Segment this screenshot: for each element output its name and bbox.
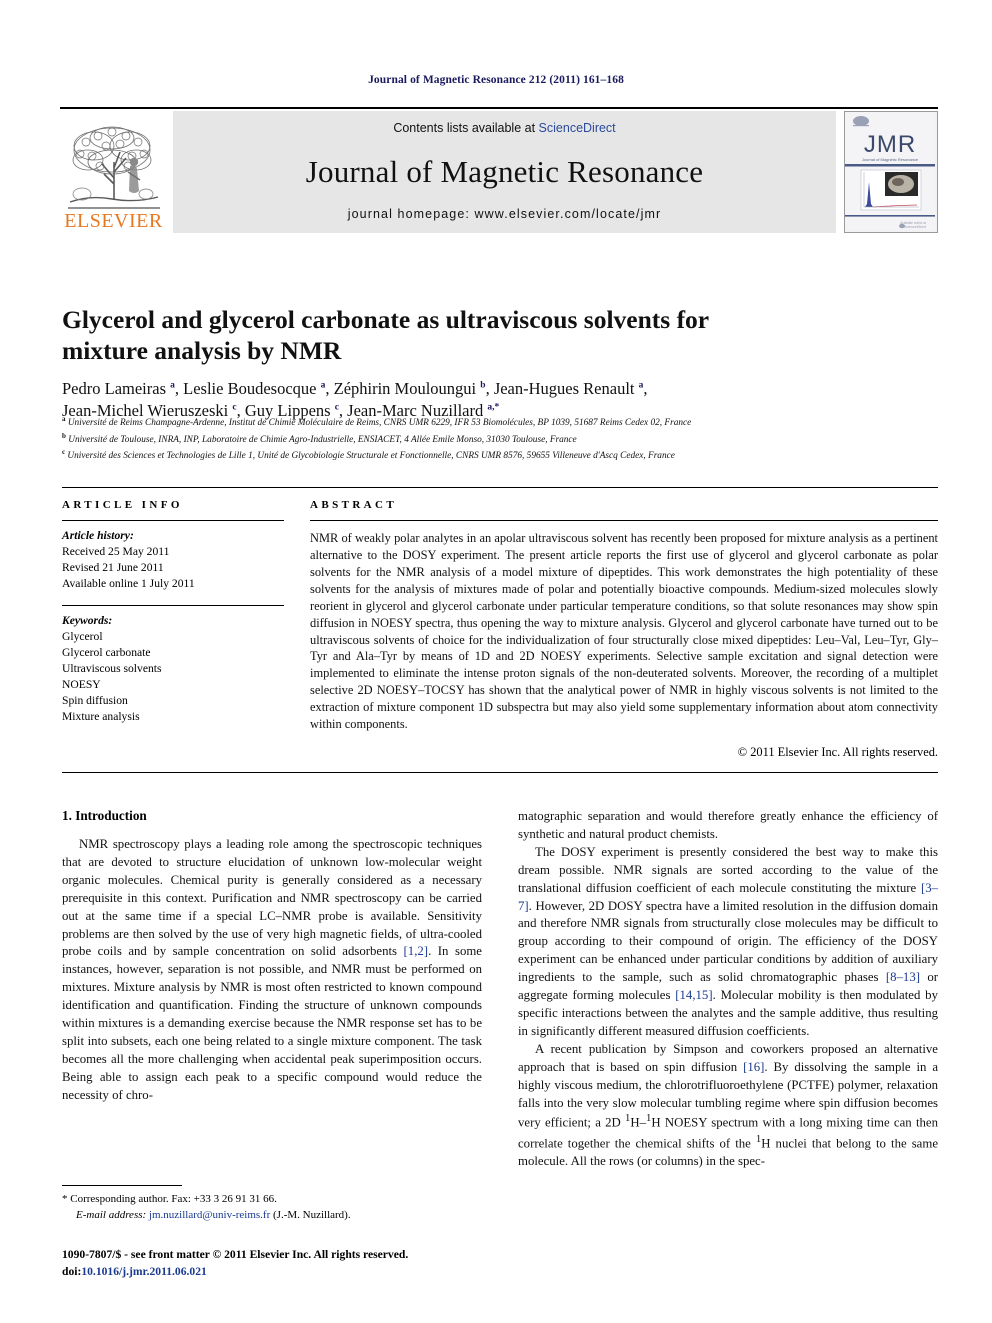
history-received: Received 25 May 2011 xyxy=(62,544,170,558)
body-column-left: 1. Introduction NMR spectroscopy plays a… xyxy=(62,808,482,1171)
author-line-1: Pedro Lameiras a, Leslie Boudesocque a, … xyxy=(62,379,648,398)
sciencedirect-link[interactable]: ScienceDirect xyxy=(539,121,616,135)
corresponding-author-note: * Corresponding author. Fax: +33 3 26 91… xyxy=(62,1193,277,1205)
article-history-label: Article history: xyxy=(62,529,134,542)
history-online: Available online 1 July 2011 xyxy=(62,576,195,590)
email-owner: (J.-M. Nuzillard). xyxy=(273,1208,351,1221)
section-heading-introduction: 1. Introduction xyxy=(62,808,147,823)
journal-masthead: ELSEVIER Contents lists available at Sci… xyxy=(60,107,938,233)
imprint-block: 1090-7807/$ - see front matter © 2011 El… xyxy=(62,1247,522,1281)
divider xyxy=(62,520,284,521)
history-revised: Revised 21 June 2011 xyxy=(62,560,164,574)
abstract-heading: ABSTRACT xyxy=(310,499,398,511)
contents-prefix: Contents lists available at xyxy=(393,121,536,135)
svg-text:Journal of Magnetic Resonance: Journal of Magnetic Resonance xyxy=(862,157,919,162)
doi-link[interactable]: 10.1016/j.jmr.2011.06.021 xyxy=(81,1265,207,1278)
info-abstract-panel: ARTICLE INFO Article history: Received 2… xyxy=(62,487,938,774)
affiliation-item: b Université de Toulouse, INRA, INP, Lab… xyxy=(62,431,577,445)
doi-label: doi: xyxy=(62,1264,82,1278)
doi-line: doi:10.1016/j.jmr.2011.06.021 xyxy=(62,1264,522,1281)
elsevier-logo: ELSEVIER xyxy=(60,111,167,233)
article-body: 1. Introduction NMR spectroscopy plays a… xyxy=(62,808,938,1171)
footnote-block: * Corresponding author. Fax: +33 3 26 91… xyxy=(62,1185,482,1224)
divider xyxy=(62,604,284,606)
paragraph: NMR spectroscopy plays a leading role am… xyxy=(62,837,482,1102)
keyword-item: Glycerol carbonate xyxy=(62,645,151,659)
email-note: E-mail address: jm.nuzillard@univ-reims.… xyxy=(62,1208,482,1224)
divider xyxy=(62,1185,182,1186)
email-label: E-mail address: xyxy=(76,1208,147,1221)
affiliation-item: c Université des Sciences et Technologie… xyxy=(62,448,675,462)
journal-title: Journal of Magnetic Resonance xyxy=(305,153,704,189)
article-history: Article history: Received 25 May 2011 Re… xyxy=(62,528,284,592)
elsevier-wordmark: ELSEVIER xyxy=(64,210,163,232)
keywords-block: Keywords: Glycerol Glycerol carbonate Ul… xyxy=(62,613,284,725)
affiliation-list: a Université de Reims Champagne-Ardenne,… xyxy=(62,414,938,464)
keyword-item: NOESY xyxy=(62,677,101,691)
article-first-page: Journal of Magnetic Resonance 212 (2011)… xyxy=(0,0,992,1323)
issn-copyright-line: 1090-7807/$ - see front matter © 2011 El… xyxy=(62,1248,409,1261)
journal-cover-image: JMR Journal of Magnetic Resonance Availa… xyxy=(845,112,935,230)
journal-homepage[interactable]: journal homepage: www.elsevier.com/locat… xyxy=(348,207,662,221)
paragraph: matographic separation and would therefo… xyxy=(518,809,938,841)
running-head: Journal of Magnetic Resonance 212 (2011)… xyxy=(368,74,624,86)
article-info-heading: ARTICLE INFO xyxy=(62,499,183,511)
journal-cover-thumbnail: JMR Journal of Magnetic Resonance Availa… xyxy=(844,111,938,233)
abstract-copyright: © 2011 Elsevier Inc. All rights reserved… xyxy=(737,745,938,760)
sciencedirect-band: Contents lists available at ScienceDirec… xyxy=(173,111,836,233)
elsevier-tree-icon xyxy=(67,126,160,209)
contents-lists-line: Contents lists available at ScienceDirec… xyxy=(393,121,615,135)
affiliation-item: a Université de Reims Champagne-Ardenne,… xyxy=(62,415,692,429)
svg-text:JMR: JMR xyxy=(864,131,916,158)
page-title: Glycerol and glycerol carbonate as ultra… xyxy=(62,305,709,365)
body-column-right: matographic separation and would therefo… xyxy=(518,808,938,1171)
article-info-column: ARTICLE INFO Article history: Received 2… xyxy=(62,488,310,760)
keyword-item: Ultraviscous solvents xyxy=(62,661,162,675)
abstract-column: ABSTRACT NMR of weakly polar analytes in… xyxy=(310,488,938,760)
email-link[interactable]: jm.nuzillard@univ-reims.fr xyxy=(149,1209,270,1221)
divider xyxy=(310,520,938,521)
keywords-label: Keywords: xyxy=(62,613,113,627)
keyword-item: Glycerol xyxy=(62,629,103,643)
svg-text:ScienceDirect: ScienceDirect xyxy=(904,225,926,229)
paragraph: A recent publication by Simpson and cowo… xyxy=(518,1041,938,1168)
paragraph: The DOSY experiment is presently conside… xyxy=(518,844,938,1038)
abstract-text: NMR of weakly polar analytes in an apola… xyxy=(310,531,938,732)
keyword-item: Spin diffusion xyxy=(62,693,128,707)
divider xyxy=(62,772,938,774)
keyword-item: Mixture analysis xyxy=(62,709,140,723)
